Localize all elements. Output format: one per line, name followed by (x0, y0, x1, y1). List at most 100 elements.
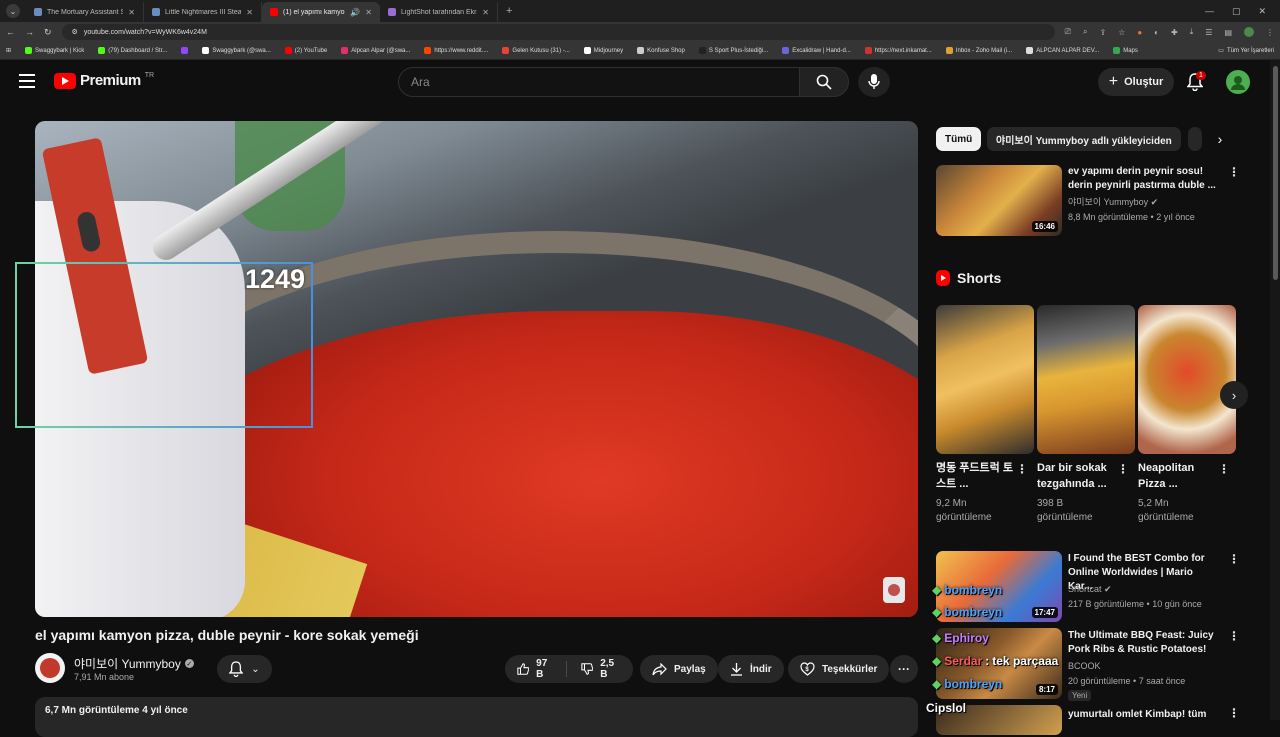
bookmark-item[interactable]: Alpcan Alpar (@swa... (341, 47, 410, 54)
hamburger-menu-icon[interactable] (19, 74, 35, 88)
star-icon[interactable]: ☆ (1118, 28, 1125, 37)
video-duration: 16:46 (1031, 221, 1058, 232)
extension-icon[interactable]: ● (1137, 28, 1142, 37)
window-controls: — ▢ ✕ (1205, 6, 1280, 17)
youtube-play-icon (54, 72, 76, 89)
maximize-icon[interactable]: ▢ (1232, 6, 1241, 17)
share-button[interactable]: Paylaş (640, 655, 718, 683)
cast-icon[interactable]: ⎚ (1065, 27, 1071, 37)
close-tab-icon[interactable]: ✕ (246, 8, 253, 17)
zoom-icon[interactable]: ⌕ (1083, 27, 1087, 37)
bookmark-item[interactable]: https://next.inkamat... (864, 47, 932, 54)
close-tab-icon[interactable]: ✕ (128, 8, 135, 17)
bookmark-item[interactable]: Excalidraw | Hand-d... (782, 47, 851, 54)
like-button[interactable]: 97 B (517, 658, 555, 680)
minimize-icon[interactable]: — (1205, 6, 1214, 17)
more-vertical-icon[interactable]: ⋮ (1228, 629, 1240, 643)
bookmark-item[interactable]: Swaggybark | Kick (25, 47, 84, 54)
short-title[interactable]: Neapolitan Pizza ... (1138, 460, 1216, 492)
bookmark-item[interactable]: Gelen Kutusu (31) -... (502, 47, 570, 54)
browser-tab[interactable]: LightShot tarafından Ekran Görü ✕ (380, 2, 498, 22)
recommendation-thumbnail[interactable]: 16:46 (936, 165, 1062, 236)
filter-chip-from-uploader[interactable]: 야미보이 Yummyboy adlı yükleyiciden (987, 127, 1181, 151)
bookmark-item[interactable]: Maps (1113, 47, 1138, 54)
more-actions-button[interactable]: ··· (890, 655, 918, 683)
download-button[interactable]: İndir (718, 655, 784, 683)
bookmark-favicon-icon (98, 47, 106, 54)
channel-avatar[interactable] (35, 653, 65, 683)
more-vertical-icon[interactable]: ⋮ (1228, 552, 1240, 566)
search-button[interactable] (799, 67, 849, 97)
recommendation-title[interactable]: ev yapımı derin peynir sosu! derin peyni… (1068, 165, 1218, 193)
menu-icon[interactable]: ⋮ (1266, 28, 1274, 37)
filter-chip-next-partial[interactable] (1188, 127, 1202, 151)
more-vertical-icon[interactable]: ⋮ (1228, 706, 1240, 720)
close-window-icon[interactable]: ✕ (1258, 6, 1266, 17)
short-thumbnail[interactable] (1138, 305, 1236, 454)
page-scrollbar-thumb[interactable] (1273, 66, 1278, 280)
share-icon[interactable]: ⇪ (1099, 28, 1106, 37)
voice-search-button[interactable] (858, 67, 890, 97)
youtube-premium-logo[interactable]: Premium TR (54, 72, 154, 89)
account-avatar[interactable] (1226, 70, 1250, 94)
more-vertical-icon[interactable]: ⋮ (1016, 462, 1028, 476)
close-tab-icon[interactable]: ✕ (365, 8, 372, 17)
bookmark-item[interactable]: Swaggybark (@swa... (202, 47, 271, 54)
browser-tab-strip: ⌄ The Mortuary Assistant Steam'de ✕ Litt… (0, 0, 1280, 22)
speaker-icon[interactable]: 🔊 (350, 8, 360, 17)
bookmark-item[interactable]: https://www.reddit.... (424, 47, 488, 54)
bookmark-item[interactable]: ALPCAN ALPAR DEV... (1026, 47, 1099, 54)
new-tab-icon[interactable]: + (498, 5, 520, 17)
filter-chip-all[interactable]: Tümü (936, 127, 982, 151)
apps-icon[interactable]: ⊞ (6, 47, 11, 54)
close-tab-icon[interactable]: ✕ (482, 8, 489, 17)
bookmark-item[interactable]: (79) Dashboard / Str... (98, 47, 167, 54)
bookmark-item[interactable]: (2) YouTube (284, 47, 327, 54)
dislike-button[interactable]: 2,5 B (581, 658, 621, 680)
thanks-button[interactable]: $ Teşekkürler (788, 655, 890, 683)
sidebar-icon[interactable]: ▤ (1224, 28, 1232, 37)
verified-check-icon: ✔ (1104, 584, 1112, 594)
all-bookmarks[interactable]: ▭ Tüm Yer İşaretleri (1218, 47, 1274, 55)
extension-icon[interactable]: ◐ (1154, 28, 1159, 37)
channel-watermark-icon[interactable] (883, 577, 905, 603)
short-title[interactable]: 명동 푸드트럭 토스트 ... (936, 460, 1014, 492)
browser-tab-active[interactable]: (1) el yapımı kamyon pizza 🔊 ✕ (262, 2, 380, 22)
download-icon[interactable]: ⤓ (1190, 27, 1194, 37)
description-box[interactable]: 6,7 Mn görüntüleme 4 yıl önce (35, 697, 918, 737)
bookmark-item[interactable] (181, 47, 189, 54)
create-button[interactable]: + Oluştur (1098, 68, 1174, 96)
recommendation-channel[interactable]: BCOOK (1068, 660, 1101, 673)
more-vertical-icon[interactable]: ⋮ (1218, 462, 1230, 476)
bookmark-item[interactable]: Inbox - Zoho Mail (i... (945, 47, 1012, 54)
site-info-icon[interactable]: ⚙ (72, 28, 78, 36)
recommendation-channel[interactable]: 야미보이 Yummyboy ✔ (1068, 196, 1158, 209)
more-vertical-icon[interactable]: ⋮ (1228, 165, 1240, 179)
bookmark-item[interactable]: Midjourney (583, 47, 623, 54)
chevron-right-icon[interactable]: › (1208, 127, 1232, 151)
browser-tab[interactable]: Little Nightmares III Steam'de ✕ (144, 2, 262, 22)
puzzle-icon[interactable]: ✚ (1171, 28, 1178, 37)
reading-list-icon[interactable]: ☰ (1205, 28, 1212, 37)
shorts-next-button[interactable]: › (1220, 381, 1248, 409)
bookmark-item[interactable]: Konfuse Shop (637, 47, 685, 54)
address-bar[interactable]: ⚙ youtube.com/watch?v=WyWK6w4v24M (61, 24, 1055, 40)
channel-name-link[interactable]: 야미보이 Yummyboy ✓ (74, 655, 194, 672)
like-divider (566, 661, 567, 677)
short-title[interactable]: Dar bir sokak tezgahında ... (1037, 460, 1115, 492)
tab-search-button[interactable]: ⌄ (0, 0, 26, 22)
more-horizontal-icon: ··· (898, 662, 910, 676)
bookmark-item[interactable]: S Sport Plus-İstediği... (698, 47, 768, 54)
search-input[interactable]: Ara (398, 67, 800, 97)
recommendation-title[interactable]: The Ultimate BBQ Feast: Juicy Pork Ribs … (1068, 629, 1220, 657)
recommendation-channel[interactable]: Shortcat ✔ (1068, 583, 1112, 596)
more-vertical-icon[interactable]: ⋮ (1117, 462, 1129, 476)
short-thumbnail[interactable] (1037, 305, 1135, 454)
browser-tab[interactable]: The Mortuary Assistant Steam'de ✕ (26, 2, 144, 22)
profile-avatar[interactable] (1244, 27, 1254, 37)
back-icon[interactable]: ← (6, 27, 15, 37)
short-thumbnail[interactable] (936, 305, 1034, 454)
reload-icon[interactable]: ↻ (44, 27, 52, 38)
forward-icon[interactable]: → (25, 27, 34, 37)
subscription-bell-button[interactable]: ⌄ (217, 655, 272, 683)
